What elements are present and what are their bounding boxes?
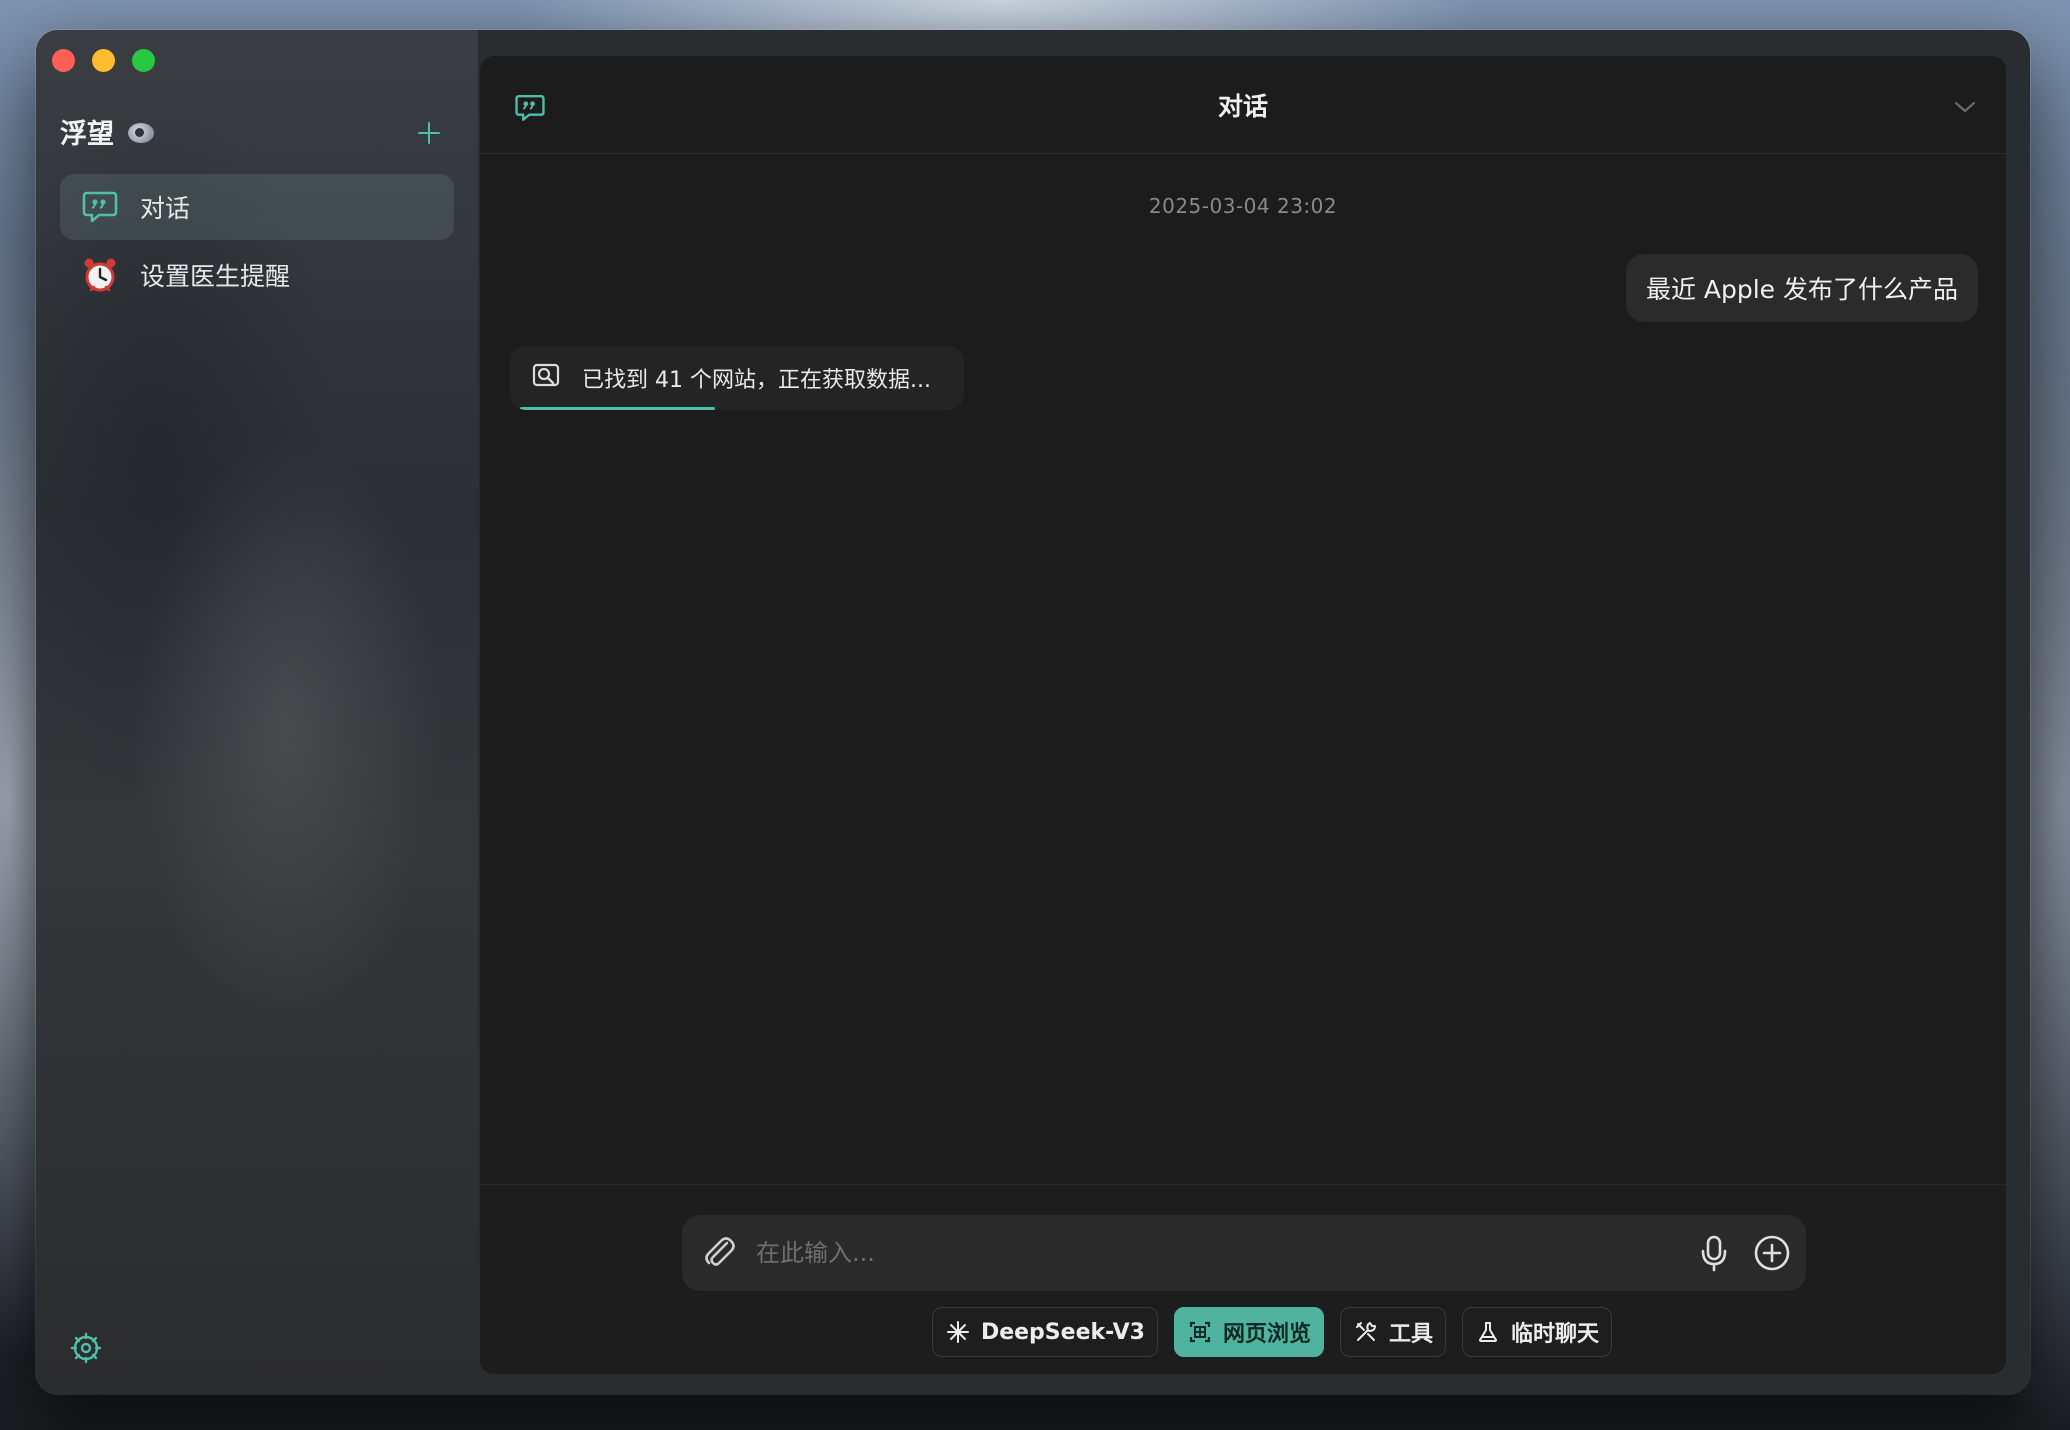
- web-search-status: 已找到 41 个网站，正在获取数据...: [510, 346, 964, 410]
- user-message-text: 最近 Apple 发布了什么产品: [1645, 275, 1958, 304]
- paperclip-icon[interactable]: [700, 1233, 740, 1273]
- model-selector-button[interactable]: DeepSeek-V3: [931, 1307, 1158, 1357]
- sparkle-icon: [945, 1319, 971, 1345]
- search-progress-fill: [520, 407, 716, 410]
- tools-button[interactable]: 工具: [1340, 1307, 1447, 1357]
- message-timestamp: 2025-03-04 23:02: [1148, 194, 1338, 218]
- chat-header: 对话: [480, 56, 2006, 154]
- web-scan-icon: [1187, 1319, 1213, 1345]
- composer-area: DeepSeek-V3 网页浏览: [480, 1184, 2006, 1374]
- chat-quote-icon: [80, 187, 120, 227]
- app-window: 浮望 对话 设置医生提醒 对话 2025-03-04 23:02 最近 Appl…: [36, 30, 2030, 1394]
- model-label: DeepSeek-V3: [980, 1319, 1145, 1345]
- minimize-window-button[interactable]: [92, 49, 115, 72]
- wrench-tools-icon: [1353, 1319, 1379, 1345]
- temporary-chat-button[interactable]: 临时聊天: [1462, 1307, 1613, 1357]
- web-browse-toggle[interactable]: 网页浏览: [1174, 1307, 1325, 1357]
- web-search-icon: [532, 361, 562, 395]
- microphone-icon[interactable]: [1694, 1233, 1734, 1273]
- chat-quote-icon: [514, 92, 546, 124]
- sidebar: 浮望 对话 设置医生提醒: [36, 30, 478, 1394]
- sidebar-item-chat[interactable]: 对话: [60, 174, 454, 240]
- eye-emoji-icon: [126, 117, 156, 147]
- close-window-button[interactable]: [52, 49, 75, 72]
- app-title: 浮望: [60, 112, 156, 151]
- app-title-text: 浮望: [60, 119, 114, 150]
- new-chat-button[interactable]: [414, 118, 444, 148]
- settings-gear-icon[interactable]: [70, 1332, 102, 1364]
- message-input-box: [682, 1215, 1806, 1291]
- chat-input[interactable]: [756, 1231, 1636, 1275]
- page-title: 对话: [1217, 91, 1268, 121]
- web-browse-label: 网页浏览: [1223, 1322, 1312, 1347]
- flask-icon: [1475, 1319, 1501, 1345]
- user-message-bubble: 最近 Apple 发布了什么产品: [1625, 254, 1978, 322]
- sidebar-item-label: 设置医生提醒: [140, 262, 291, 291]
- tools-label: 工具: [1389, 1322, 1434, 1347]
- search-progress-bar: [520, 407, 954, 410]
- sidebar-nav: 对话 设置医生提醒: [60, 174, 454, 310]
- search-status-text: 已找到 41 个网站，正在获取数据...: [582, 368, 931, 393]
- sidebar-item-doctor-reminder[interactable]: 设置医生提醒: [60, 242, 454, 308]
- composer-toolbar: DeepSeek-V3 网页浏览 工具 临时聊天: [480, 1307, 2006, 1357]
- chevron-down-icon[interactable]: [1952, 96, 1978, 118]
- temporary-chat-label: 临时聊天: [1511, 1322, 1600, 1347]
- chat-panel: 对话 2025-03-04 23:02 最近 Apple 发布了什么产品 已找到…: [480, 56, 2006, 1374]
- add-circle-icon[interactable]: [1752, 1233, 1792, 1273]
- alarm-clock-icon: [80, 255, 120, 295]
- maximize-window-button[interactable]: [132, 49, 155, 72]
- sidebar-item-label: 对话: [140, 194, 191, 223]
